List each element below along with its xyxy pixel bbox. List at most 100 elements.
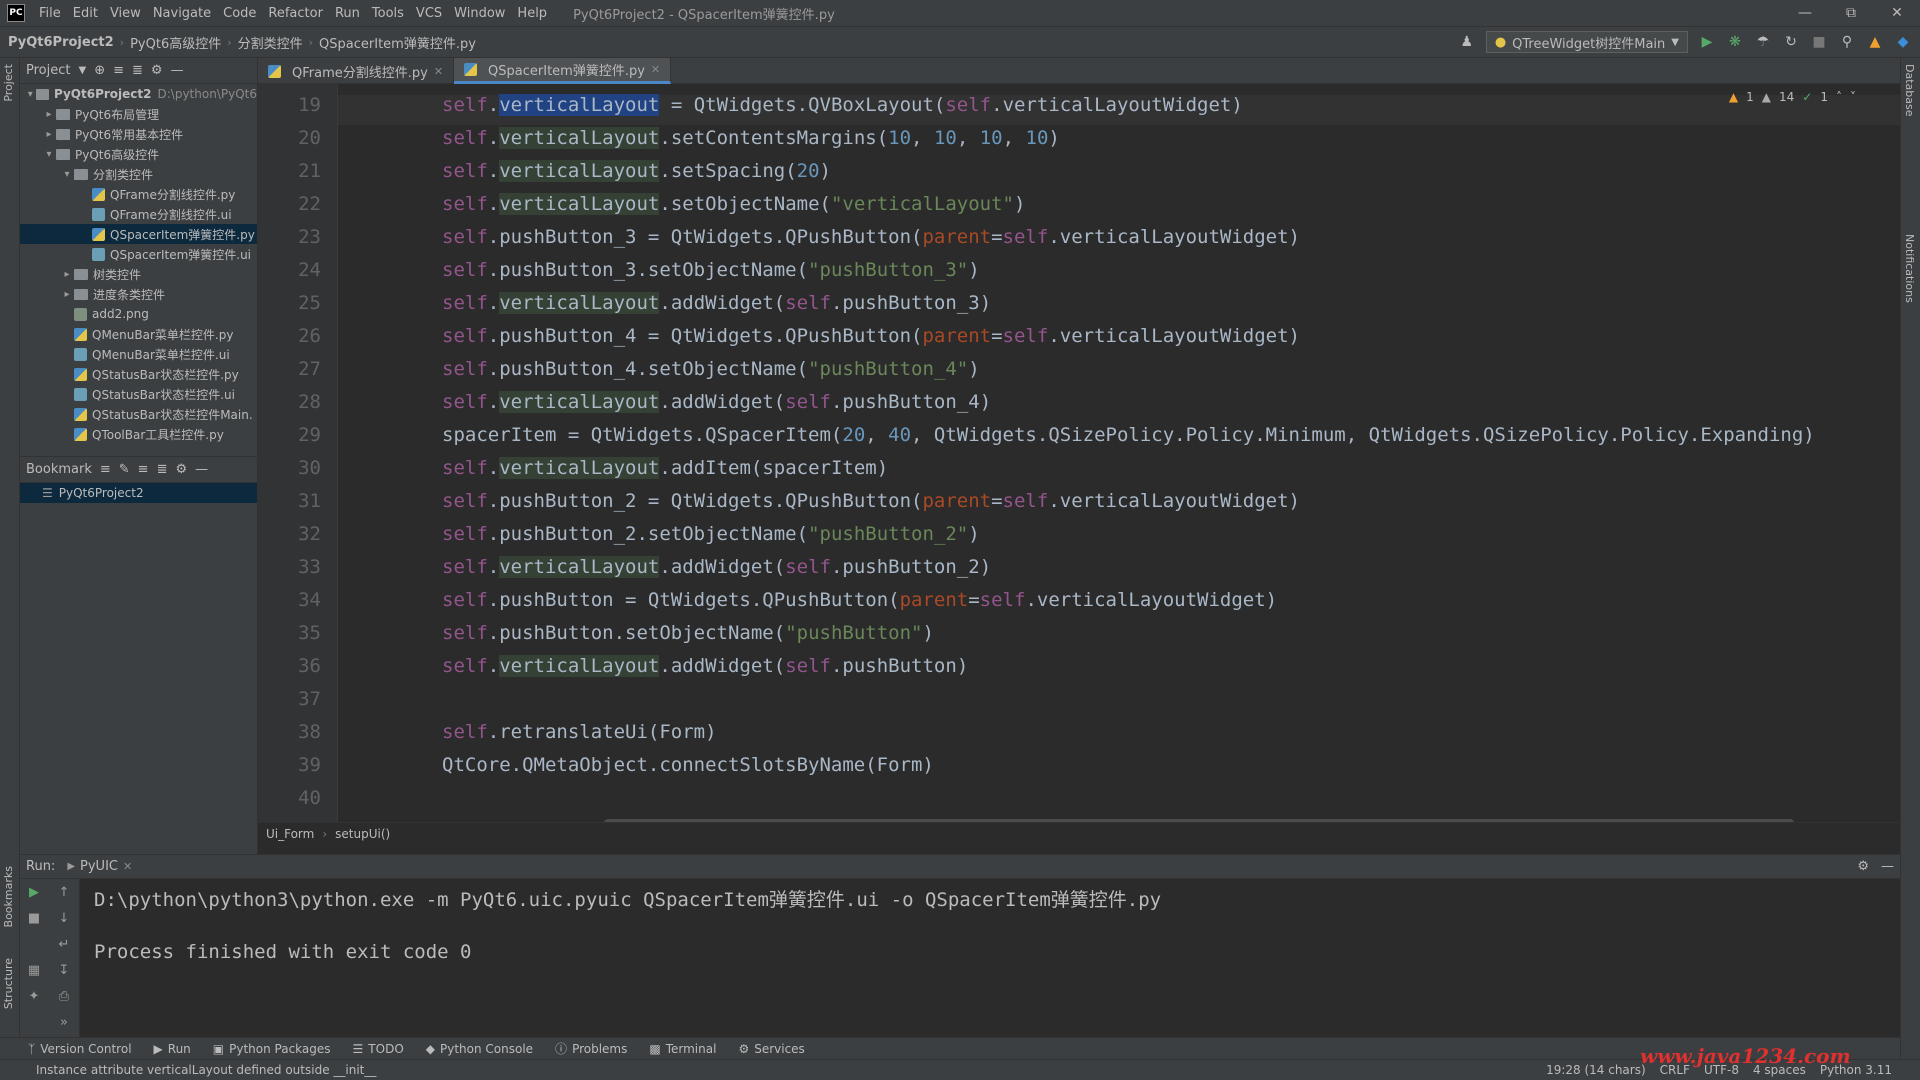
chevron-down-icon[interactable]: ˅ — [1850, 90, 1856, 104]
tree-item[interactable]: QMenuBar菜单栏控件.ui — [20, 344, 257, 364]
menu-code[interactable]: Code — [217, 6, 262, 21]
hide-icon[interactable]: — — [195, 462, 208, 477]
tree-item[interactable]: ▸ 树类控件 — [20, 264, 257, 284]
chevron-down-icon[interactable]: ▾ — [42, 149, 56, 160]
tree-item[interactable]: add2.png — [20, 304, 257, 324]
tree-item[interactable]: QSpacerItem弹簧控件.ui — [20, 244, 257, 264]
structure-tool-tab[interactable]: Structure — [2, 958, 15, 1009]
tree-item[interactable]: QStatusBar状态栏控件Main. — [20, 404, 257, 424]
tab-qspaceritem[interactable]: QSpacerItem弹簧控件.py ✕ — [454, 58, 672, 84]
menu-navigate[interactable]: Navigate — [147, 6, 217, 21]
edit-icon[interactable]: ✎ — [119, 462, 130, 477]
search-icon[interactable]: ⚲ — [1838, 33, 1856, 51]
scroll-to-end-icon[interactable]: ↧ — [54, 963, 74, 978]
inspection-widget[interactable]: ▲ 1 ▲ 14 ✓ 1 ˄ ˅ — [1729, 90, 1856, 104]
code-line[interactable]: self.pushButton_2.setObjectName("pushBut… — [442, 523, 980, 545]
chevron-right-icon[interactable]: ▸ — [60, 269, 74, 280]
expand-all-icon[interactable]: ≡ — [113, 63, 124, 78]
user-icon[interactable]: ♟ — [1458, 33, 1476, 51]
tab-qframe[interactable]: QFrame分割线控件.py ✕ — [258, 58, 455, 84]
terminal-tab[interactable]: ▩ Terminal — [649, 1042, 716, 1056]
stop-icon[interactable]: ■ — [1810, 33, 1828, 51]
tree-item[interactable]: QStatusBar状态栏控件.ui — [20, 384, 257, 404]
close-icon[interactable]: ✕ — [1874, 5, 1920, 21]
tree-item[interactable]: ▸ PyQt6常用基本控件 — [20, 124, 257, 144]
python-console-tab[interactable]: ◆ Python Console — [426, 1042, 533, 1056]
tree-item[interactable]: QStatusBar状态栏控件.py — [20, 364, 257, 384]
todo-tab[interactable]: ☰ TODO — [353, 1042, 404, 1056]
chevron-right-icon[interactable]: ▸ — [60, 289, 74, 300]
code-line[interactable]: self.pushButton_2 = QtWidgets.QPushButto… — [442, 490, 1300, 512]
code-line[interactable]: self.verticalLayout = QtWidgets.QVBoxLay… — [442, 94, 1243, 116]
tree-item[interactable]: QFrame分割线控件.py — [20, 184, 257, 204]
menu-vcs[interactable]: VCS — [410, 6, 448, 21]
rerun-icon[interactable]: ▶ — [24, 885, 44, 900]
breadcrumb-class[interactable]: Ui_Form — [266, 827, 314, 841]
code-line[interactable]: self.retranslateUi(Form) — [442, 721, 717, 743]
notifications-tool-tab[interactable]: Notifications — [1903, 234, 1916, 303]
update-icon[interactable]: ▲ — [1866, 33, 1884, 51]
profile-icon[interactable]: ↻ — [1782, 33, 1800, 51]
pin-icon[interactable]: ✦ — [24, 989, 44, 1004]
debug-icon[interactable]: ❋ — [1726, 33, 1744, 51]
coverage-icon[interactable]: ☂ — [1754, 33, 1772, 51]
breadcrumb-subfolder[interactable]: 分割类控件 — [234, 33, 307, 52]
database-tool-tab[interactable]: Database — [1903, 64, 1916, 117]
python-packages-tab[interactable]: ▣ Python Packages — [213, 1042, 331, 1056]
tree-item[interactable]: QFrame分割线控件.ui — [20, 204, 257, 224]
tree-item[interactable]: ▾ PyQt6Project2 D:\python\PyQt6 — [20, 84, 257, 104]
project-panel-title[interactable]: Project — [26, 63, 70, 78]
chevron-down-icon[interactable]: ▼ — [78, 65, 86, 76]
menu-tools[interactable]: Tools — [366, 6, 410, 21]
collapse-all-icon[interactable]: ≣ — [132, 63, 143, 78]
tree-item[interactable]: ▸ PyQt6布局管理 — [20, 104, 257, 124]
breadcrumb-file[interactable]: QSpacerItem弹簧控件.py — [315, 33, 480, 52]
breadcrumb-project[interactable]: PyQt6Project2 — [0, 35, 118, 50]
code-line[interactable]: self.verticalLayout.setContentsMargins(1… — [442, 127, 1060, 149]
menu-edit[interactable]: Edit — [67, 6, 104, 21]
gear-icon[interactable]: ⚙ — [1857, 859, 1869, 874]
gear-icon[interactable]: ⚙ — [151, 63, 163, 78]
close-tab-icon[interactable]: ✕ — [434, 65, 443, 78]
tree-item[interactable]: QToolBar工具栏控件.py — [20, 424, 257, 444]
add-bookmark-icon[interactable]: ≡ — [100, 462, 111, 477]
chevron-right-icon[interactable]: ▸ — [42, 109, 56, 120]
project-tool-tab[interactable]: Project — [2, 64, 15, 102]
tree-item[interactable]: ▾ 分割类控件 — [20, 164, 257, 184]
run-configuration-select[interactable]: ● QTreeWidget树控件Main ▼ — [1485, 31, 1688, 53]
soft-wrap-icon[interactable]: ↵ — [54, 937, 74, 952]
code-line[interactable]: self.pushButton = QtWidgets.QPushButton(… — [442, 589, 1277, 611]
code-line[interactable]: self.pushButton_3.setObjectName("pushBut… — [442, 259, 980, 281]
code-line[interactable]: self.verticalLayout.addWidget(self.pushB… — [442, 292, 991, 314]
arrow-up-icon[interactable]: ↑ — [54, 885, 74, 900]
code-line[interactable]: self.pushButton_3 = QtWidgets.QPushButto… — [442, 226, 1300, 248]
services-tab[interactable]: ⚙ Services — [738, 1042, 804, 1056]
locate-icon[interactable]: ⊕ — [94, 63, 105, 78]
menu-run[interactable]: Run — [329, 6, 366, 21]
run-tab[interactable]: ▶ Run — [154, 1042, 191, 1056]
tree-item[interactable]: ▾ PyQt6高级控件 — [20, 144, 257, 164]
tree-item[interactable]: QMenuBar菜单栏控件.py — [20, 324, 257, 344]
code-line[interactable]: self.verticalLayout.setObjectName("verti… — [442, 193, 1025, 215]
code-line[interactable]: self.verticalLayout.addWidget(self.pushB… — [442, 556, 991, 578]
bookmark-item[interactable]: ☰ PyQt6Project2 — [20, 483, 257, 503]
ide-logo-icon[interactable]: ◆ — [1894, 33, 1912, 51]
chevron-down-icon[interactable]: ▾ — [24, 89, 36, 100]
arrow-down-icon[interactable]: ↓ — [54, 911, 74, 926]
bookmark-panel-title[interactable]: Bookmark — [26, 462, 92, 477]
code-line[interactable]: self.pushButton.setObjectName("pushButto… — [442, 622, 934, 644]
more-icon[interactable]: » — [54, 1015, 74, 1030]
hide-icon[interactable]: — — [1881, 859, 1894, 874]
menu-window[interactable]: Window — [448, 6, 511, 21]
code-line[interactable]: QtCore.QMetaObject.connectSlotsByName(Fo… — [442, 754, 934, 776]
code-line[interactable]: self.pushButton_4 = QtWidgets.QPushButto… — [442, 325, 1300, 347]
close-tab-icon[interactable]: ✕ — [651, 63, 660, 76]
layout-icon[interactable]: ▦ — [24, 963, 44, 978]
collapse-all-icon[interactable]: ≣ — [157, 462, 168, 477]
close-tab-icon[interactable]: ✕ — [123, 860, 132, 873]
menu-help[interactable]: Help — [511, 6, 553, 21]
caret-position[interactable]: 19:28 (14 chars) — [1546, 1063, 1646, 1077]
stop-icon[interactable]: ■ — [24, 911, 44, 926]
tab-pyuic[interactable]: ▶ PyUIC ✕ — [67, 859, 132, 874]
bookmarks-tool-tab[interactable]: Bookmarks — [2, 866, 15, 927]
